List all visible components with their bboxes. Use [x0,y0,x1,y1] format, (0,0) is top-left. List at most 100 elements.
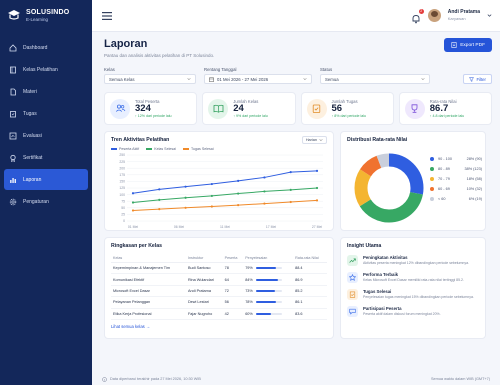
brand[interactable]: SOLUSINDO E-Learning [0,0,92,33]
insight-item-title: Tugas Selesai [363,289,392,294]
sidebar-item-materi[interactable]: Materi [0,81,92,102]
data-point[interactable] [237,192,240,195]
info-icon [102,376,107,382]
insight-item-desc: Penyelesaian tugas meningkat 15% dibandi… [363,295,474,299]
kelas-select[interactable]: Semua Kelas [104,74,196,84]
legend-value: 10% (32) [466,187,482,191]
status-select[interactable]: Semua [320,74,430,84]
stat-delta: ↑ 4.8 dari periode lalu [429,114,465,119]
cell-peserta: 64 [222,273,244,286]
sidebar-item-label: Materi [23,88,37,95]
insight-item: Tugas Selesai Penyelesaian tugas meningka… [347,289,479,300]
data-point[interactable] [315,169,319,172]
user-info[interactable]: Andi Pratama Karyawan [447,10,480,22]
cell-instruktur: Rina Wulandari [185,273,223,286]
data-point[interactable] [158,198,161,201]
sidebar-item-label: Sertifikat [23,154,43,161]
users-icon [110,98,130,119]
gear-icon [9,198,17,205]
logo-icon [8,10,20,20]
sidebar-item-kelas-pelatihan[interactable]: Kelas Pelatihan [0,59,92,80]
avatar[interactable] [427,9,441,22]
completion-bar [255,267,282,270]
sidebar-item-laporan[interactable]: Laporan [4,169,88,190]
column-header[interactable]: Kelas [111,254,186,263]
column-header[interactable]: Instruktur [185,254,223,263]
column-header[interactable]: Peserta [222,254,244,263]
sidebar-nav: Dashboard Kelas Pelatihan Materi Tugas E… [0,37,92,212]
table-row[interactable]: Pelayanan Pelanggan Dewi Lestari 56 78% 86.1 [111,296,327,309]
data-point[interactable] [131,209,135,212]
data-point[interactable] [315,199,319,202]
last-updated-text: Data diperbarui terakhir pada 27 Mei 202… [110,377,201,381]
notification-button[interactable]: 2 [411,8,424,23]
book-icon [10,66,16,73]
insight-item: Peningkatan Aktivitas Aktivitas peserta m… [347,255,479,266]
table-row[interactable]: Kepemimpinan & Manajemen Tim Budi Santoso… [111,262,327,275]
insight-item: Performa Terbaik Kelas Microsoft Excel Da… [347,272,479,283]
completion-bar-fill [255,301,277,304]
column-header[interactable]: Penyelesaian [243,254,294,263]
sidebar-item-label: Kelas Pelatihan [23,66,58,73]
see-all-classes-link[interactable]: Lihat semua kelas → [111,324,327,329]
chat-icon [347,306,358,317]
table-row[interactable]: Komunikasi Efektif Rina Wulandari 64 84% 86.… [111,273,327,286]
insight-item-title: Peningkatan Aktivitas [363,255,408,260]
sidebar-item-pengaturan[interactable]: Pengaturan [0,191,92,212]
filter-button[interactable]: Filter [463,74,492,84]
table-row[interactable]: Etika Kerja Profesional Fajar Nugroho 42 60… [111,308,327,320]
data-point[interactable] [131,192,135,195]
data-point[interactable] [315,186,319,190]
legend-value: 38% (123) [464,167,482,171]
data-point[interactable] [158,208,161,211]
status-filter-label: Status [320,67,333,72]
data-point[interactable] [210,182,213,186]
funnel-icon [469,76,475,82]
completion-bar [255,301,282,304]
date-range-select[interactable]: 01 Mei 2026 - 27 Mei 2026 [204,74,312,84]
calendar-icon [209,77,214,82]
insight-item: Partisipasi Peserta Peserta aktif dalam d… [347,306,479,317]
completion-bar-fill [255,312,272,315]
data-point[interactable] [158,188,161,191]
stat-delta: ↑ 9% dari periode lalu [233,114,268,119]
user-role: Karyawan [447,16,466,21]
trend-chart-title: Tren Aktivitas Pelatihan [111,137,170,143]
clipboard-icon [10,110,16,117]
data-point[interactable] [131,201,135,204]
data-point[interactable] [263,190,266,193]
data-point[interactable] [184,196,187,199]
chevron-down-icon[interactable] [487,13,492,18]
sidebar-item-label: Dashboard [23,44,48,51]
sidebar-item-dashboard[interactable]: Dashboard [0,37,92,58]
data-point[interactable] [263,202,266,205]
cell-penyelesaian: 78% [243,296,294,309]
series-line-2 [132,187,318,204]
timezone-text: Semua waktu dalam WIB (GMT+7) [431,377,490,381]
sidebar-item-evaluasi[interactable]: Evaluasi [0,125,92,146]
sidebar: SOLUSINDO E-Learning Dashboard Kelas Pel… [0,0,92,385]
data-point[interactable] [237,204,240,207]
column-header[interactable]: Rata-rata Nilai [293,254,327,263]
stat-value: 56 [331,102,343,114]
stat-value: 24 [233,102,244,114]
menu-icon[interactable] [102,11,112,20]
period-select[interactable]: Harian [301,136,327,144]
data-point[interactable] [210,205,213,208]
data-point[interactable] [184,185,187,188]
stat-value: 324 [135,102,151,114]
data-point[interactable] [289,188,292,191]
data-point[interactable] [289,171,292,174]
bar-chart-icon [10,177,16,183]
data-point[interactable] [237,179,240,182]
data-point[interactable] [263,176,266,179]
data-point[interactable] [210,194,213,198]
export-pdf-button[interactable]: Export PDF [444,38,492,52]
data-point[interactable] [289,200,292,204]
completion-bar-fill [255,278,278,281]
sidebar-item-tugas[interactable]: Tugas [0,103,92,124]
table-row[interactable]: Microsoft Excel Dasar Andi Pratama 72 73% 85… [111,285,327,298]
cell-nilai: 88.4 [293,262,327,275]
sidebar-item-sertifikat[interactable]: Sertifikat [0,147,92,168]
data-point[interactable] [184,206,187,209]
